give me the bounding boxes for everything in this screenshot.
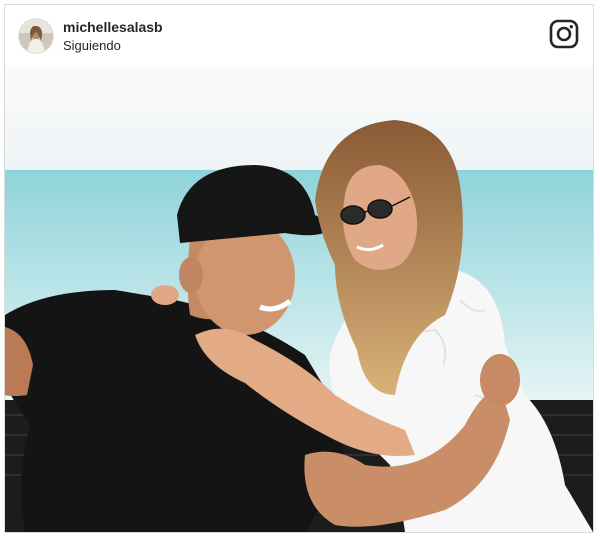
- follow-status[interactable]: Siguiendo: [63, 38, 121, 53]
- post-header: michellesalasb Siguiendo: [5, 5, 593, 65]
- profile-avatar[interactable]: [18, 18, 54, 54]
- instagram-post-card: michellesalasb Siguiendo: [4, 4, 594, 533]
- instagram-icon[interactable]: [549, 19, 579, 49]
- username-link[interactable]: michellesalasb: [63, 19, 163, 35]
- post-photo[interactable]: [5, 65, 593, 532]
